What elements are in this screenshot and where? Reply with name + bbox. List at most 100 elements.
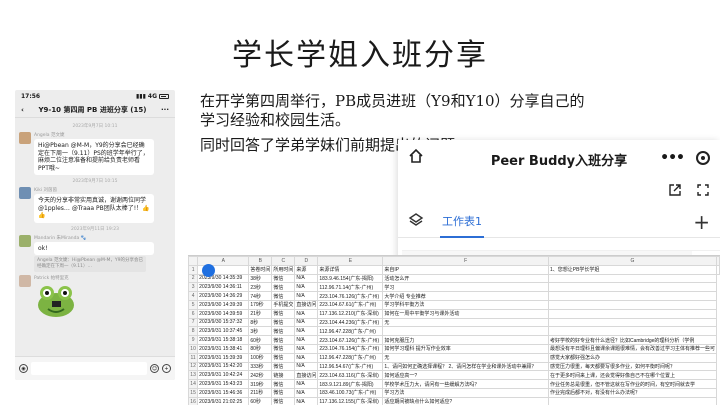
table-cell[interactable] xyxy=(547,299,718,310)
row-number[interactable]: 15 xyxy=(188,387,199,398)
chat-more-icon[interactable]: ··· xyxy=(161,106,169,114)
table-cell[interactable]: 微信 xyxy=(271,396,296,405)
table-cell[interactable]: 微信 xyxy=(271,273,296,284)
table-cell[interactable]: N/A xyxy=(294,326,319,337)
table-cell[interactable]: 80秒 xyxy=(248,343,273,354)
table-cell[interactable]: 242秒 xyxy=(248,370,273,381)
table-cell[interactable]: 如何在一周中平衡学习与课外活动 xyxy=(382,308,549,319)
table-cell[interactable]: 2023/9/31 15:38:18 xyxy=(197,335,250,345)
table-cell[interactable]: N/A xyxy=(294,343,319,354)
table-cell[interactable] xyxy=(547,282,718,293)
table-cell[interactable]: 大学介绍 专业推荐 xyxy=(382,291,549,301)
table-cell[interactable]: 微信 xyxy=(271,326,296,337)
table-cell[interactable]: 179秒 xyxy=(248,299,273,310)
expand-icon[interactable] xyxy=(696,182,710,201)
column-header[interactable]: E xyxy=(317,256,384,266)
table-cell[interactable]: N/A xyxy=(294,352,319,363)
tab-sheet1[interactable]: 工作表1 xyxy=(440,206,484,238)
table-cell[interactable]: 211秒 xyxy=(248,387,273,398)
table-cell[interactable]: 学习 xyxy=(382,282,549,293)
table-cell[interactable]: N/A xyxy=(294,291,319,301)
table-cell[interactable]: 74秒 xyxy=(248,291,273,301)
table-cell[interactable]: 2023/9/31 15:46:36 xyxy=(197,387,250,398)
table-cell[interactable]: 112.96.54.67(广东-广州) xyxy=(317,361,384,372)
table-cell[interactable]: 100秒 xyxy=(248,352,273,363)
row-number[interactable]: 5 xyxy=(188,299,199,310)
table-cell[interactable]: 感觉压力很重，每天都要写很多作业，如何平衡时间呢？ xyxy=(547,361,718,372)
table-cell[interactable] xyxy=(382,326,549,337)
table-cell[interactable]: 319秒 xyxy=(248,379,273,389)
row-number[interactable]: 14 xyxy=(188,379,199,389)
message-bubble[interactable]: 今天的分享非常实用真诚，谢谢两位同学@1pples… @Traaa PB团队太棒… xyxy=(34,194,154,223)
table-cell[interactable]: 223.104.76.126(广东-广州) xyxy=(317,291,384,301)
table-cell[interactable]: 2023/9/31 15:38:41 xyxy=(197,343,250,354)
table-cell[interactable]: 适应期间被缺点什么如何适应? xyxy=(382,396,549,405)
table-cell[interactable]: 3秒 xyxy=(248,326,273,337)
table-cell[interactable]: 8秒 xyxy=(248,317,273,328)
emoji-icon[interactable]: ☺ xyxy=(150,364,159,373)
message-bubble[interactable]: Hi@Pbean @M-M，Y9的分享会已经确定在下周一（9.11）PS的班学年… xyxy=(34,139,154,175)
table-cell[interactable]: 23秒 xyxy=(248,282,273,293)
row-number[interactable]: 3 xyxy=(188,282,199,293)
table-cell[interactable] xyxy=(547,326,718,337)
table-cell[interactable]: 2023/9/31 21:02:25 xyxy=(197,396,250,405)
table-cell[interactable]: 183.9.46.154(广东-揭阳) xyxy=(317,273,384,284)
table-cell[interactable]: 无 xyxy=(382,352,549,363)
table-cell[interactable]: 60秒 xyxy=(248,396,273,405)
avatar[interactable] xyxy=(19,132,31,144)
table-cell[interactable]: N/A xyxy=(294,317,319,328)
table-cell[interactable]: 112.96.71.14(广东-广州) xyxy=(317,282,384,293)
table-cell[interactable]: 如何学习理科 提升写作业效率 xyxy=(382,343,549,354)
table-cell[interactable]: 21秒 xyxy=(248,308,273,319)
table-cell[interactable]: 2023/9/31 15:43:23 xyxy=(197,379,250,389)
table-cell[interactable]: N/A xyxy=(294,379,319,389)
table-cell[interactable]: N/A xyxy=(294,361,319,372)
table-cell[interactable]: 223.104.44.236(广东-广州) xyxy=(317,317,384,328)
row-number[interactable]: 2 xyxy=(188,273,199,284)
table-cell[interactable]: 2023/9/31 15:39:39 xyxy=(197,352,250,363)
row-number[interactable]: 13 xyxy=(188,370,199,381)
table-cell[interactable]: 微信 xyxy=(271,335,296,345)
table-cell[interactable]: 微信 xyxy=(271,308,296,319)
table-cell[interactable]: 微信 xyxy=(271,387,296,398)
column-header[interactable]: D xyxy=(294,256,319,266)
table-cell[interactable]: 学校学术压力大，请问有一些缓解方法吗？ xyxy=(382,379,549,389)
chat-input[interactable] xyxy=(31,362,147,375)
table-cell[interactable]: 微信 xyxy=(271,317,296,328)
message-bubble[interactable]: ok! xyxy=(34,241,154,255)
table-cell[interactable]: 38秒 xyxy=(248,273,273,284)
frog-sticker[interactable] xyxy=(34,283,78,319)
row-number[interactable]: 11 xyxy=(188,352,199,363)
table-cell[interactable]: 微信 xyxy=(271,291,296,301)
table-cell[interactable]: 如何适应高一? xyxy=(382,370,549,381)
row-number[interactable]: 6 xyxy=(188,308,199,319)
avatar[interactable] xyxy=(19,275,31,287)
table-cell[interactable]: 学习学科平衡方法 xyxy=(382,299,549,310)
table-cell[interactable]: N/A xyxy=(294,387,319,398)
table-cell[interactable]: 2023/9/31 10:42:24 xyxy=(197,370,250,381)
table-cell[interactable]: 答卷时间 xyxy=(248,264,273,275)
table-cell[interactable]: 微信 xyxy=(271,282,296,293)
back-icon[interactable]: ‹ xyxy=(21,106,24,114)
table-cell[interactable]: 感觉大家都好强怎么办 xyxy=(547,352,718,363)
column-header[interactable]: G xyxy=(547,256,718,266)
table-cell[interactable]: 2023/9/31 15:42:20 xyxy=(197,361,250,372)
table-cell[interactable] xyxy=(547,396,718,405)
table-cell[interactable]: 117.136.12.210(广东-深圳) xyxy=(317,308,384,319)
home-icon[interactable] xyxy=(408,148,424,168)
more-horizontal-icon[interactable]: ••• xyxy=(660,150,685,166)
table-cell[interactable]: 来自IP xyxy=(382,264,549,275)
table-cell[interactable]: 223.104.67.61(广东-广州) xyxy=(317,299,384,310)
column-header[interactable]: F xyxy=(382,256,549,266)
row-number[interactable]: 1 xyxy=(188,264,199,275)
table-cell[interactable]: 60秒 xyxy=(248,335,273,345)
table-cell[interactable]: N/A xyxy=(294,308,319,319)
table-cell[interactable] xyxy=(547,317,718,328)
table-cell[interactable]: 手机提交 xyxy=(271,299,296,310)
table-cell[interactable]: 2023/9/30 14:39:59 xyxy=(197,308,250,319)
table-cell[interactable]: 2023/9/30 14:39:39 xyxy=(197,299,250,310)
row-number[interactable]: 12 xyxy=(188,361,199,372)
voice-icon[interactable]: ◉ xyxy=(19,364,28,373)
layers-icon[interactable] xyxy=(408,212,424,232)
row-number[interactable]: 7 xyxy=(188,317,199,328)
